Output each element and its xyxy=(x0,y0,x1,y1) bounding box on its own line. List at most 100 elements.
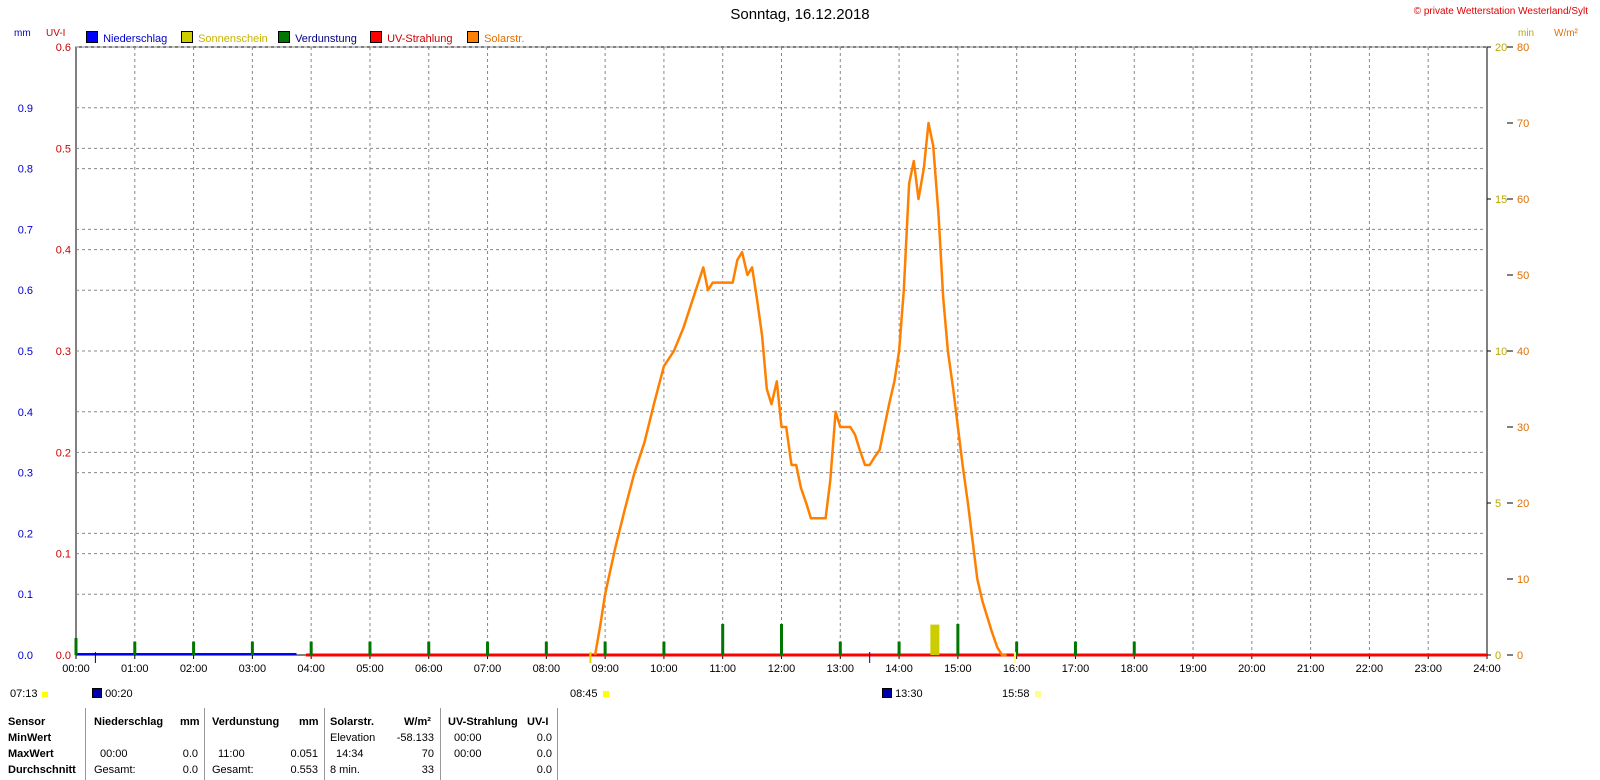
moon-icon xyxy=(92,688,102,698)
x-tick-label: 10:00 xyxy=(650,663,678,675)
marker-sunset: 15:58 xyxy=(1002,688,1041,700)
y-tick-label-mm: 0.6 xyxy=(18,285,33,297)
x-tick-label: 21:00 xyxy=(1297,663,1325,675)
x-tick-label: 07:00 xyxy=(474,663,502,675)
marker-left-time-label: 07:13 xyxy=(10,688,38,700)
legend-label-niederschlag: Niederschlag xyxy=(103,33,168,45)
y-tick-label-uvi: 0.0 xyxy=(56,650,71,662)
y-tick-label-uvi: 0.6 xyxy=(56,42,71,54)
legend-swatch-sonnenschein xyxy=(181,31,193,43)
verdunstung-bar xyxy=(250,641,254,655)
x-tick-label: 14:00 xyxy=(885,663,913,675)
verdunstung-bar xyxy=(368,641,372,655)
legend-item-verdunstung: Verdunstung xyxy=(278,31,357,45)
x-tick-label: 05:00 xyxy=(356,663,384,675)
legend-item-niederschlag: Niederschlag xyxy=(86,31,167,45)
stats-sensor-header: Sensor xyxy=(8,716,46,728)
stats-solar-avg-label: 8 min. xyxy=(330,764,360,776)
y-tick-label-wm2: 50 xyxy=(1517,270,1529,282)
legend-label-verdunstung: Verdunstung xyxy=(295,33,357,45)
x-tick-label: 23:00 xyxy=(1414,663,1442,675)
verdunstung-bar xyxy=(544,641,548,655)
stats-solar-max-time: 14:34 xyxy=(336,748,364,760)
chart-title: Sonntag, 16.12.2018 xyxy=(730,6,870,23)
stats-table: Sensor MinWert MaxWert Durchschnitt Nied… xyxy=(0,708,570,780)
y-tick-label-mm: 0.0 xyxy=(18,650,33,662)
unit-uvi-label: UV-I xyxy=(46,28,66,39)
stats-solar-avg-val: 33 xyxy=(421,764,434,776)
marker-moonset: 13:30 xyxy=(882,688,923,700)
y-tick-label-uvi: 0.2 xyxy=(56,447,71,459)
y-tick-label-wm2: 80 xyxy=(1517,42,1529,54)
marker-left-time: 07:13 xyxy=(10,688,48,700)
stats-solar-unit: W/m² xyxy=(404,716,431,728)
legend-swatch-uv xyxy=(370,31,382,43)
y-tick-label-min: 10 xyxy=(1495,346,1507,358)
stats-niederschlag-header: Niederschlag xyxy=(94,716,164,728)
x-tick-label: 06:00 xyxy=(415,663,443,675)
x-tick-label: 04:00 xyxy=(297,663,325,675)
verdunstung-bar xyxy=(133,641,137,655)
verdunstung-bar xyxy=(780,623,783,655)
legend-item-solar: Solarstr. xyxy=(467,31,524,45)
stats-verdunstung-sum-label: Gesamt: xyxy=(212,764,254,776)
stats-solar-header: Solarstr. xyxy=(330,716,375,728)
y-tick-label-uvi: 0.5 xyxy=(56,143,71,155)
weather-chart: 00:00 01:00 02:00 03:00 04:00 05:00 06:00 07:00… xyxy=(18,42,1530,675)
stats-uv-max-val: 0.0 xyxy=(536,748,552,760)
legend-item-sonnenschein: Sonnenschein xyxy=(181,31,268,45)
moonset-icon xyxy=(882,688,892,698)
x-tick-label: 24:00 xyxy=(1473,663,1501,675)
verdunstung-bar xyxy=(74,637,78,655)
stats-verdunstung-unit: mm xyxy=(299,716,319,728)
x-tick-label: 12:00 xyxy=(768,663,796,675)
verdunstung-bar xyxy=(897,641,901,655)
stats-solar-max-val: 70 xyxy=(421,748,434,760)
legend-swatch-verdunstung xyxy=(278,31,290,43)
sun-icon xyxy=(41,692,48,697)
y-tick-label-uvi: 0.4 xyxy=(56,245,71,257)
y-tick-label-wm2: 30 xyxy=(1517,422,1529,434)
x-tick-label: 08:00 xyxy=(533,663,561,675)
y-tick-label-min: 0 xyxy=(1495,650,1501,662)
x-tick-label: 22:00 xyxy=(1356,663,1384,675)
x-tick-label: 01:00 xyxy=(121,663,149,675)
y-tick-label-wm2: 20 xyxy=(1517,498,1529,510)
x-tick-label: 16:00 xyxy=(1003,663,1031,675)
stats-uv-max-time: 00:00 xyxy=(454,748,482,760)
stats-row-min: MinWert xyxy=(8,732,52,744)
unit-wm2-label: W/m² xyxy=(1554,28,1578,39)
verdunstung-bar xyxy=(1132,641,1136,655)
y-tick-label-uvi: 0.1 xyxy=(56,549,71,561)
y-tick-label-wm2: 0 xyxy=(1517,650,1523,662)
stats-niederschlag-max-val: 0.0 xyxy=(182,748,198,760)
y-tick-label-min: 15 xyxy=(1495,194,1507,206)
x-tick-label: 11:00 xyxy=(709,663,736,675)
legend-swatch-niederschlag xyxy=(86,31,98,43)
stats-uv-unit: UV-I xyxy=(527,716,549,728)
y-tick-label-mm: 0.5 xyxy=(18,346,33,358)
marker-sunset-label: 15:58 xyxy=(1002,688,1030,700)
legend-swatch-solar xyxy=(467,31,479,43)
sonnenschein-bar xyxy=(930,624,940,655)
solar-line xyxy=(593,121,1007,657)
y-tick-label-mm: 0.4 xyxy=(18,407,33,419)
verdunstung-bar xyxy=(427,641,431,655)
verdunstung-bar xyxy=(192,641,196,655)
x-tick-label: 17:00 xyxy=(1062,663,1090,675)
stats-solar-min-val: -58.133 xyxy=(396,732,434,744)
y-tick-label-mm: 0.3 xyxy=(18,468,33,480)
x-tick-label: 00:00 xyxy=(62,663,90,675)
marker-moonset-label: 13:30 xyxy=(895,688,923,700)
y-tick-label-mm: 0.8 xyxy=(18,164,33,176)
y-tick-label-mm: 0.7 xyxy=(18,224,33,236)
x-tick-label: 19:00 xyxy=(1179,663,1207,675)
stats-niederschlag-unit: mm xyxy=(180,716,200,728)
marker-sunrise-label: 08:45 xyxy=(570,688,598,700)
verdunstung-bar xyxy=(721,623,725,655)
unit-mm-label: mm xyxy=(14,28,31,39)
x-tick-label: 02:00 xyxy=(180,663,208,675)
y-tick-label-wm2: 10 xyxy=(1517,574,1529,586)
marker-sunrise: 08:45 xyxy=(570,688,609,700)
x-tick-label: 13:00 xyxy=(827,663,855,675)
